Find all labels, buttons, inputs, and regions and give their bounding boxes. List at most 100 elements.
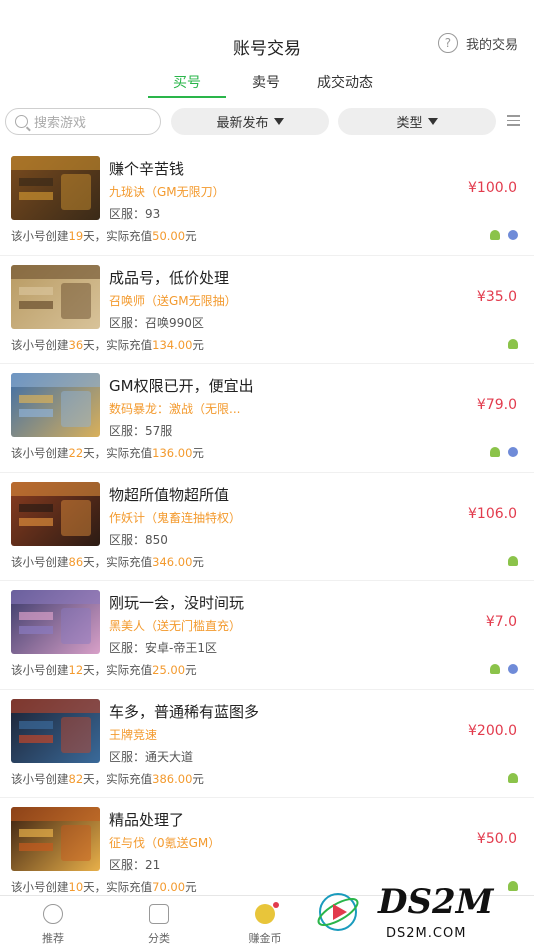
- listing-info: 该小号创建82天，实际充值386.00元: [11, 771, 204, 787]
- info-suffix: 元: [192, 446, 204, 460]
- listing-item[interactable]: GM权限已开，便宜出 数码暴龙：激战（无限... 区服：57服 ¥79.0 该小…: [0, 364, 534, 473]
- info-middle: 天，实际充值: [83, 663, 153, 677]
- listing-info: 该小号创建19天，实际充值50.00元: [11, 228, 197, 244]
- info-amount: 70.00: [152, 880, 186, 894]
- help-icon: ?: [437, 33, 458, 53]
- platform-badges: [508, 555, 518, 566]
- listing-price: ¥50.0: [476, 831, 517, 847]
- filter-bar: 搜索游戏 最新发布 类型: [0, 108, 534, 136]
- info-prefix: 该小号创建: [11, 771, 69, 786]
- listing-info: 该小号创建12天，实际充值25.00元: [11, 662, 197, 678]
- watermark-site: DS2M.COM: [386, 926, 467, 941]
- info-middle: 天，实际充值: [83, 771, 153, 786]
- listing-title: GM权限已开，便宜出: [109, 377, 254, 395]
- listing-info: 该小号创建10天，实际充值70.00元: [11, 879, 197, 895]
- listing-item[interactable]: 车多，普通稀有蓝图多 王牌竞速 区服：通天大道 ¥200.0 该小号创建82天，…: [0, 690, 534, 798]
- info-suffix: 元: [185, 663, 197, 677]
- listing-list: 赚个辛苦钱 九珑诀（GM无限刀） 区服：93 ¥100.0 该小号创建19天，实…: [0, 147, 534, 907]
- listing-game: 作妖计（鬼畜连抽特权）: [109, 510, 242, 525]
- search-icon: [15, 115, 28, 128]
- info-amount: 134.00: [152, 337, 193, 352]
- listing-server: 区服：850: [109, 532, 168, 547]
- listing-title: 赚个辛苦钱: [109, 160, 185, 178]
- listing-price: ¥7.0: [485, 614, 517, 630]
- tab-bar: 买号 卖号 成交动态: [0, 72, 534, 98]
- nav-category[interactable]: 分类: [134, 904, 184, 946]
- star-icon: [43, 904, 63, 924]
- listing-item[interactable]: 成品号，低价处理 召唤师（送GM无限抽） 区服：召唤990区 ¥35.0 该小号…: [0, 256, 534, 364]
- active-tab-indicator: [148, 96, 226, 98]
- listing-price: ¥106.0: [468, 505, 517, 522]
- listing-info: 该小号创建36天，实际充值134.00元: [11, 337, 204, 353]
- listing-item[interactable]: 赚个辛苦钱 九珑诀（GM无限刀） 区服：93 ¥100.0 该小号创建19天，实…: [0, 147, 534, 256]
- platform-badges: [508, 772, 518, 783]
- info-amount: 136.00: [152, 446, 193, 460]
- android-icon: [490, 230, 500, 240]
- platform-badges: [490, 664, 518, 674]
- listing-price: ¥79.0: [476, 397, 517, 413]
- listing-info: 该小号创建22天，实际充值136.00元: [11, 445, 204, 461]
- info-suffix: 元: [185, 880, 197, 894]
- apple-icon: [508, 447, 518, 457]
- nav-category-label: 分类: [148, 932, 170, 945]
- listing-item[interactable]: 刚玩一会，没时间玩 黑美人（送无门槛直充） 区服：安卓-帝王1区 ¥7.0 该小…: [0, 581, 534, 690]
- my-trade-link[interactable]: ? 我的交易: [437, 33, 518, 53]
- listing-game: 王牌竞速: [109, 727, 158, 742]
- info-days: 22: [68, 446, 84, 460]
- listing-thumbnail: [11, 264, 100, 329]
- search-input[interactable]: 搜索游戏: [5, 108, 161, 135]
- listing-thumbnail: [11, 698, 100, 763]
- listing-server: 区服：93: [109, 207, 161, 221]
- nav-recommend-label: 推荐: [42, 932, 64, 945]
- latest-filter-button[interactable]: 最新发布: [171, 108, 329, 135]
- info-suffix: 元: [192, 554, 204, 569]
- coin-icon: [255, 902, 279, 924]
- info-amount: 25.00: [152, 663, 186, 677]
- platform-badges: [490, 447, 518, 457]
- tab-sell[interactable]: 卖号: [226, 72, 306, 92]
- info-prefix: 该小号创建: [11, 663, 69, 677]
- android-icon: [508, 338, 518, 349]
- search-placeholder: 搜索游戏: [34, 116, 87, 131]
- info-middle: 天，实际充值: [83, 337, 153, 352]
- info-suffix: 元: [185, 229, 197, 243]
- caret-down-icon: [273, 118, 284, 125]
- info-suffix: 元: [192, 771, 204, 786]
- info-days: 82: [68, 771, 84, 786]
- listing-thumbnail: [11, 590, 100, 654]
- info-amount: 346.00: [152, 554, 193, 569]
- info-prefix: 该小号创建: [11, 446, 69, 460]
- listing-server: 区服：召唤990区: [109, 315, 204, 330]
- android-icon: [490, 664, 500, 674]
- nav-recommend[interactable]: 推荐: [28, 904, 78, 946]
- category-icon: [149, 904, 169, 924]
- listing-thumbnail: [11, 156, 100, 220]
- type-filter-label: 类型: [396, 116, 423, 131]
- listing-price: ¥35.0: [476, 288, 517, 305]
- type-filter-button[interactable]: 类型: [338, 108, 496, 135]
- info-days: 12: [68, 663, 84, 677]
- info-middle: 天，实际充值: [83, 446, 153, 460]
- listing-thumbnail: [11, 807, 100, 871]
- info-suffix: 元: [192, 337, 204, 352]
- info-middle: 天，实际充值: [83, 880, 153, 894]
- tab-deals[interactable]: 成交动态: [305, 72, 385, 92]
- listing-title: 车多，普通稀有蓝图多: [109, 702, 260, 721]
- info-amount: 386.00: [152, 771, 193, 786]
- listing-item[interactable]: 物超所值物超所值 作妖计（鬼畜连抽特权） 区服：850 ¥106.0 该小号创建…: [0, 473, 534, 581]
- info-prefix: 该小号创建: [11, 880, 69, 894]
- watermark-logo-icon: [317, 893, 359, 931]
- listing-title: 精品处理了: [109, 811, 185, 829]
- tab-buy[interactable]: 买号: [147, 72, 227, 92]
- info-days: 86: [68, 554, 84, 569]
- list-menu-icon[interactable]: [507, 115, 520, 127]
- android-icon: [508, 772, 518, 783]
- listing-game: 数码暴龙：激战（无限...: [109, 402, 241, 416]
- listing-server: 区服：57服: [109, 424, 173, 438]
- listing-thumbnail: [11, 481, 100, 546]
- info-days: 10: [68, 880, 84, 894]
- nav-earn-coins[interactable]: 赚金币: [240, 902, 290, 946]
- info-days: 19: [68, 229, 84, 243]
- my-trade-label: 我的交易: [465, 37, 518, 53]
- listing-thumbnail: [11, 373, 100, 437]
